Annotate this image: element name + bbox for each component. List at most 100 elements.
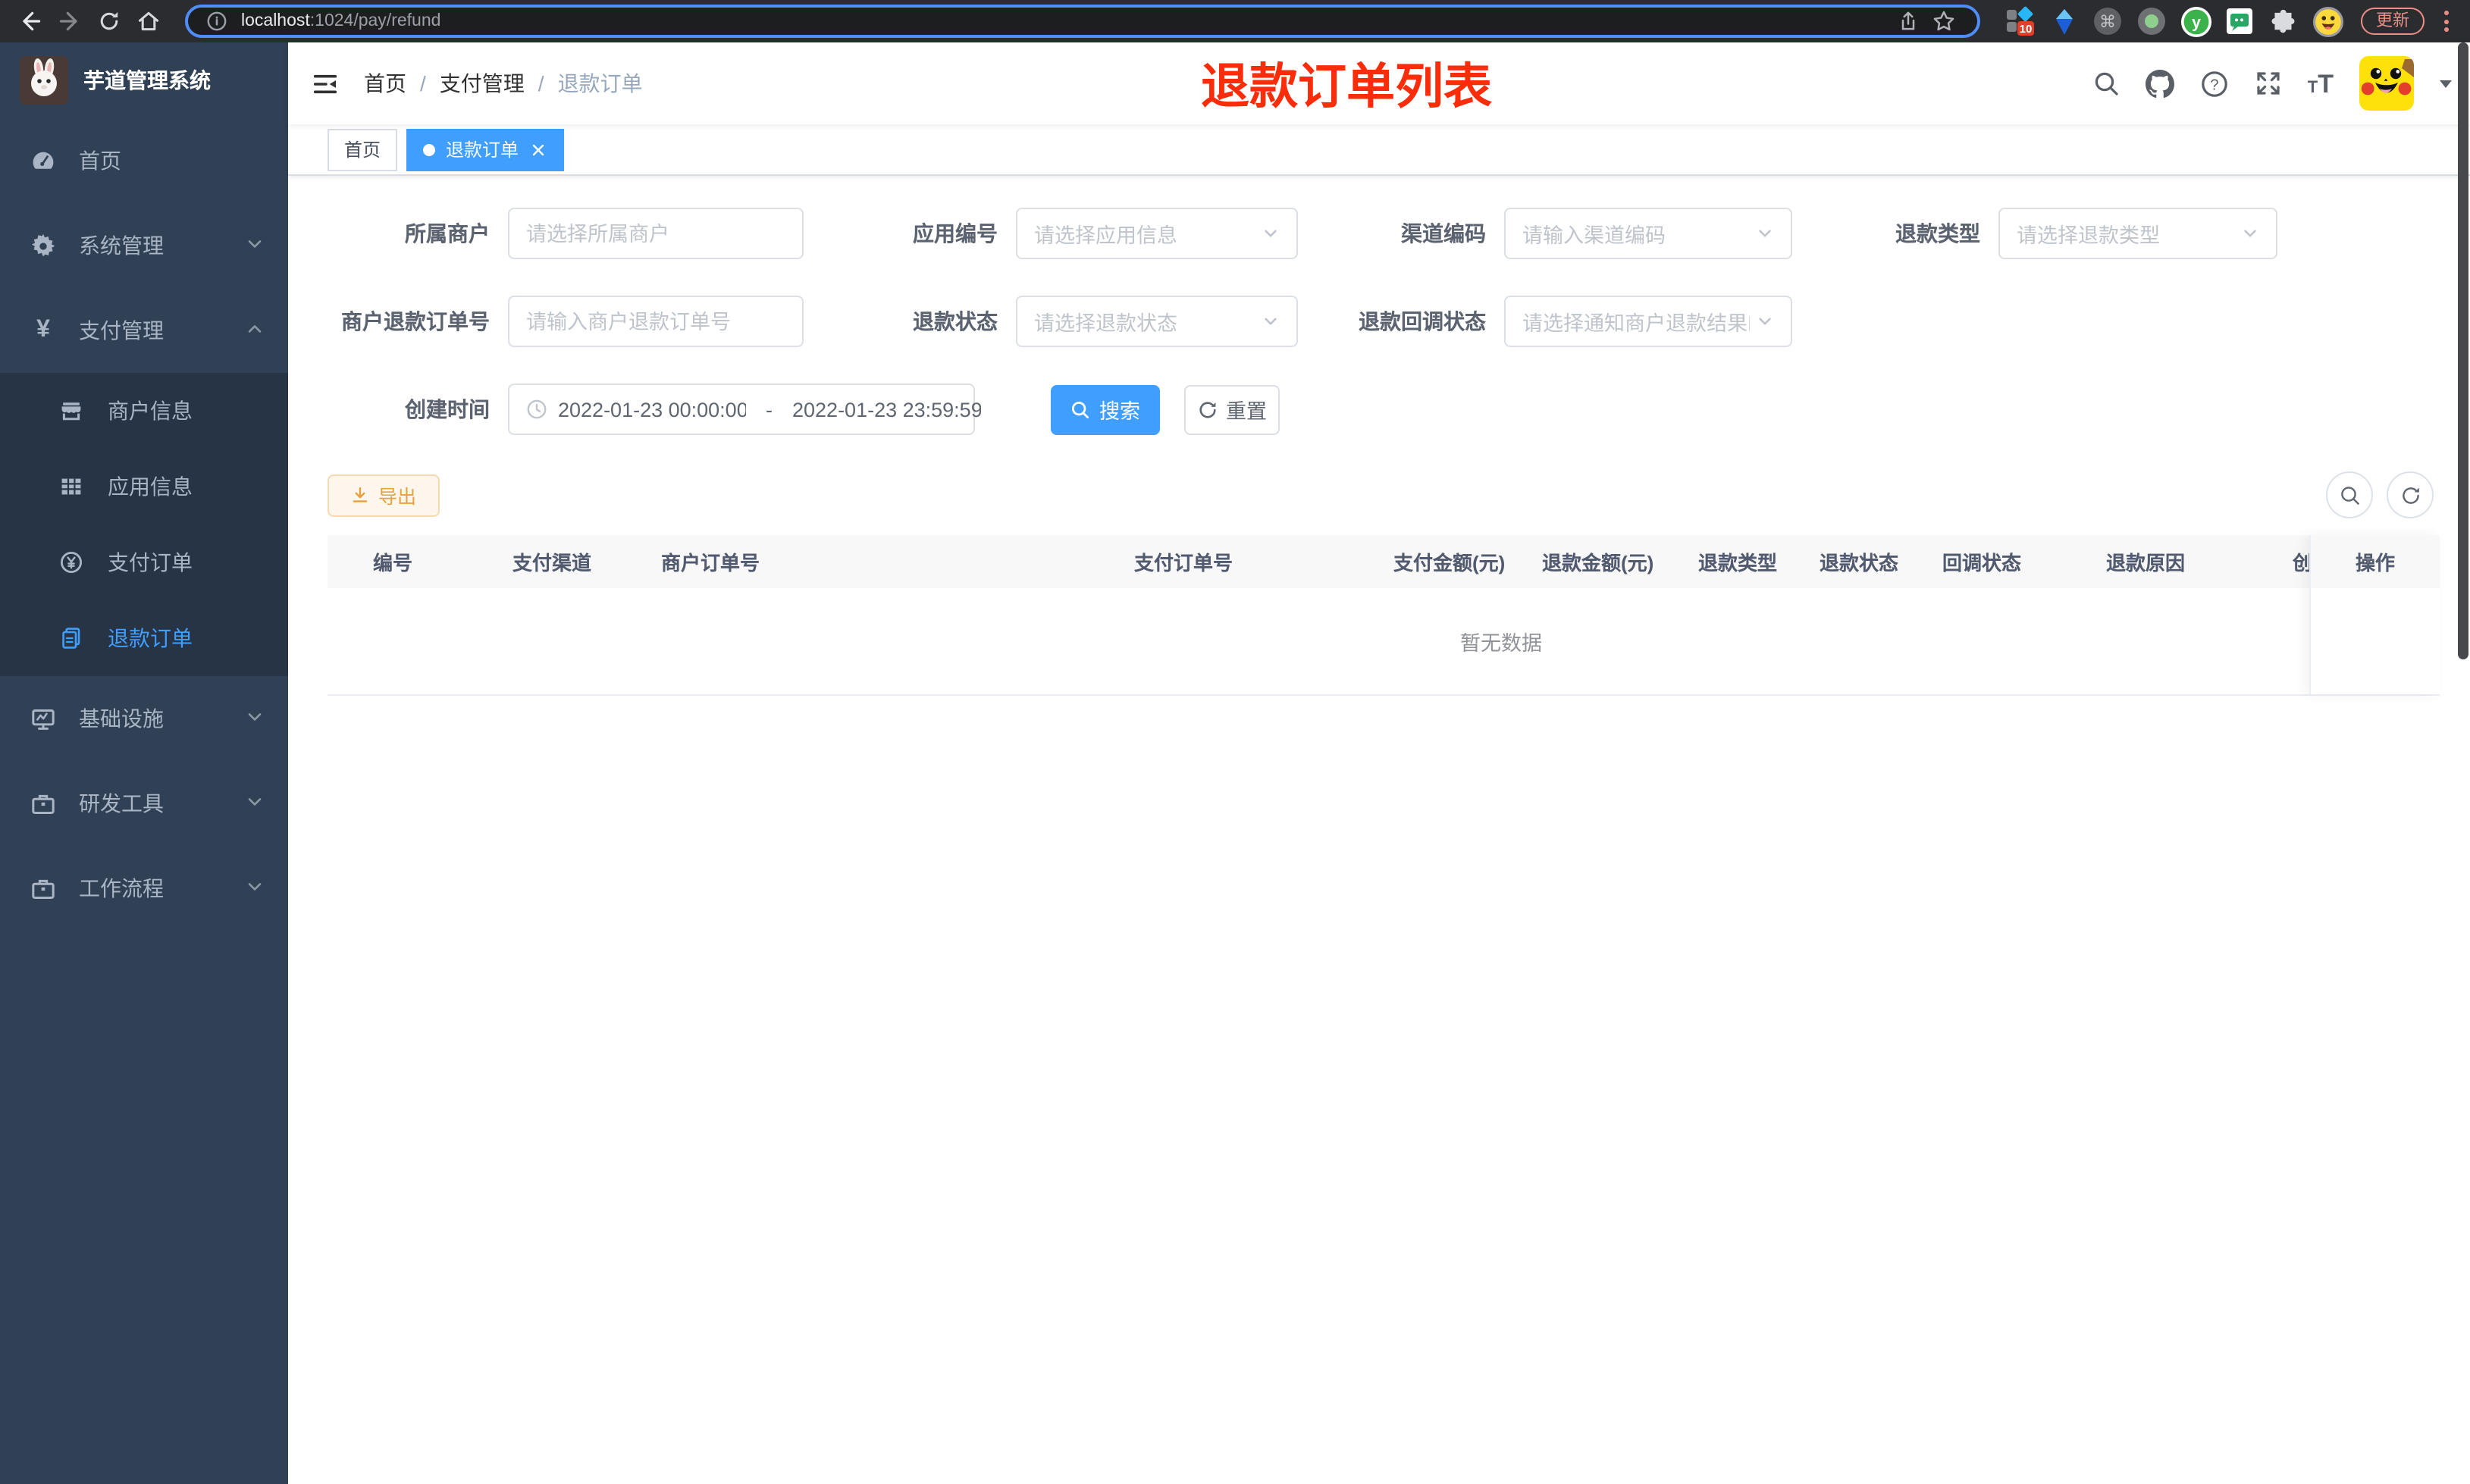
extensions-puzzle-icon[interactable] xyxy=(2268,6,2299,36)
column-header-channel: 支付渠道 xyxy=(512,552,592,575)
app-label: 应用编号 xyxy=(913,221,998,246)
table-fixed-action-column: 操作 xyxy=(2309,535,2440,694)
search-button[interactable]: 搜索 xyxy=(1051,384,1160,434)
channel-select[interactable]: 请输入渠道编码 xyxy=(1504,208,1792,259)
channel-select-placeholder: 请输入渠道编码 xyxy=(1522,224,1666,247)
column-header-merchant-order-no: 商户订单号 xyxy=(661,552,760,575)
tag-refund-order[interactable]: 退款订单 xyxy=(406,128,565,171)
merchant-refund-no-input-field[interactable] xyxy=(526,310,785,333)
column-header-refund-type: 退款类型 xyxy=(1698,552,1778,575)
column-header-callback-status: 回调状态 xyxy=(1942,552,2022,575)
help-icon[interactable]: ? xyxy=(2200,69,2229,98)
y-extension-icon[interactable]: y xyxy=(2180,6,2212,38)
sidebar-item-workflow[interactable]: 工作流程 xyxy=(0,846,288,931)
grid-icon xyxy=(58,474,83,499)
app-select-placeholder: 请选择应用信息 xyxy=(1034,224,1177,247)
breadcrumb: 首页 / 支付管理 / 退款订单 xyxy=(364,68,643,99)
sidebar-item-merchant-info[interactable]: 商户信息 xyxy=(0,373,288,449)
breadcrumb-separator: / xyxy=(420,71,426,95)
back-icon[interactable] xyxy=(12,3,49,39)
export-button[interactable]: 导出 xyxy=(328,474,440,516)
empty-data-text: 暂无数据 xyxy=(1460,632,1542,655)
url-host: localhost xyxy=(241,12,310,30)
dashboard-icon xyxy=(30,148,56,174)
forward-icon[interactable] xyxy=(52,3,88,39)
merchant-input-field[interactable] xyxy=(526,222,785,245)
tag-home[interactable]: 首页 xyxy=(328,128,398,171)
tab-manager-extension-icon[interactable]: 10 xyxy=(2005,6,2035,36)
avatar-caret-icon[interactable] xyxy=(2440,80,2452,87)
date-range-separator: - xyxy=(766,398,773,421)
tag-label: 退款订单 xyxy=(446,139,519,161)
notify-status-select[interactable]: 请选择通知商户退款结果的 xyxy=(1504,296,1792,347)
share-icon[interactable] xyxy=(1889,3,1926,39)
sidebar-item-system[interactable]: 系统管理 xyxy=(0,203,288,288)
refresh-button[interactable] xyxy=(2387,471,2434,518)
sidebar-collapse-icon[interactable] xyxy=(311,69,340,98)
chat-extension-icon[interactable] xyxy=(2224,6,2255,36)
sidebar-item-label: 退款订单 xyxy=(108,626,193,650)
refund-status-select[interactable]: 请选择退款状态 xyxy=(1016,296,1298,347)
reload-icon[interactable] xyxy=(91,3,127,39)
bookmark-star-icon[interactable] xyxy=(1926,3,1962,39)
svg-text:y: y xyxy=(2192,14,2201,32)
create-time-range-picker[interactable]: 2022-01-23 00:00:00 - 2022-01-23 23:59:5… xyxy=(508,384,980,435)
green-dot-extension-icon[interactable] xyxy=(2136,6,2167,36)
toolbox-icon xyxy=(30,791,56,816)
refund-type-select[interactable]: 请选择退款类型 xyxy=(1998,208,2277,259)
user-avatar[interactable] xyxy=(2359,56,2414,111)
hide-search-button[interactable] xyxy=(2326,471,2373,518)
chevron-down-icon xyxy=(246,233,264,258)
sidebar-item-home[interactable]: 首页 xyxy=(0,118,288,203)
screen: localhost:1024/pay/refund 10 ⌘ y 更新 芋道管理… xyxy=(0,0,2470,1484)
font-size-icon[interactable]: TT xyxy=(2308,70,2334,96)
search-button-label: 搜索 xyxy=(1099,400,1140,423)
column-header-refund-reason: 退款原因 xyxy=(2106,552,2186,575)
app-select[interactable]: 请选择应用信息 xyxy=(1016,208,1298,259)
start-date-value[interactable]: 2022-01-23 00:00:00 xyxy=(558,398,746,421)
sidebar-item-label: 支付订单 xyxy=(108,550,193,575)
sidebar-item-pay[interactable]: ¥ 支付管理 xyxy=(0,288,288,373)
chevron-down-icon xyxy=(246,706,264,731)
close-icon[interactable] xyxy=(529,140,547,158)
reset-button[interactable]: 重置 xyxy=(1184,384,1280,434)
document-icon xyxy=(58,626,83,650)
github-icon[interactable] xyxy=(2145,69,2174,98)
breadcrumb-home[interactable]: 首页 xyxy=(364,68,406,99)
emoji-extension-icon[interactable] xyxy=(2312,6,2344,38)
end-date-value[interactable]: 2022-01-23 23:59:59 xyxy=(792,398,980,421)
kite-extension-icon[interactable] xyxy=(2048,6,2079,36)
chevron-down-icon xyxy=(246,791,264,816)
browser-update-button[interactable]: 更新 xyxy=(2361,7,2425,36)
search-icon[interactable] xyxy=(2092,70,2120,97)
sidebar-item-pay-order[interactable]: 支付订单 xyxy=(0,524,288,600)
create-time-label: 创建时间 xyxy=(405,397,490,421)
home-icon[interactable] xyxy=(130,3,167,39)
refund-status-label: 退款状态 xyxy=(913,309,998,333)
page-scrollbar[interactable] xyxy=(2458,42,2468,659)
sidebar: 芋道管理系统 首页 系统管理 ¥ 支付管理 商户信息 应用信息 支付订单 退款订… xyxy=(0,42,288,1484)
command-extension-icon[interactable]: ⌘ xyxy=(2092,6,2123,36)
sidebar-item-label: 支付管理 xyxy=(79,318,164,343)
url-bar[interactable]: localhost:1024/pay/refund xyxy=(185,5,1980,38)
chevron-up-icon xyxy=(246,318,264,343)
clock-icon xyxy=(526,399,547,420)
content: 所属商户 应用编号 请选择应用信息 渠道编码 请输入渠道编码 退款类型 xyxy=(288,176,2470,1484)
sidebar-item-infra[interactable]: 基础设施 xyxy=(0,676,288,761)
app-logo[interactable]: 芋道管理系统 xyxy=(0,42,288,118)
merchant-refund-no-input[interactable] xyxy=(508,296,804,347)
merchant-input[interactable] xyxy=(508,208,804,259)
site-info-icon[interactable] xyxy=(203,8,230,35)
sidebar-item-dev-tools[interactable]: 研发工具 xyxy=(0,761,288,846)
sidebar-item-app-info[interactable]: 应用信息 xyxy=(0,449,288,524)
breadcrumb-pay[interactable]: 支付管理 xyxy=(440,68,525,99)
sidebar-item-label: 基础设施 xyxy=(79,706,164,731)
url-path: :1024/pay/refund xyxy=(309,12,441,30)
sidebar-item-refund-order[interactable]: 退款订单 xyxy=(0,600,288,676)
browser-menu-icon[interactable] xyxy=(2434,6,2458,36)
refund-status-select-placeholder: 请选择退款状态 xyxy=(1034,312,1177,335)
gear-icon xyxy=(30,233,56,258)
fullscreen-icon[interactable] xyxy=(2255,70,2282,97)
refund-table: 编号 支付渠道 商户订单号 支付订单号 支付金额(元) 退款金额(元) 退款类型… xyxy=(328,535,2440,696)
breadcrumb-separator: / xyxy=(538,71,544,95)
